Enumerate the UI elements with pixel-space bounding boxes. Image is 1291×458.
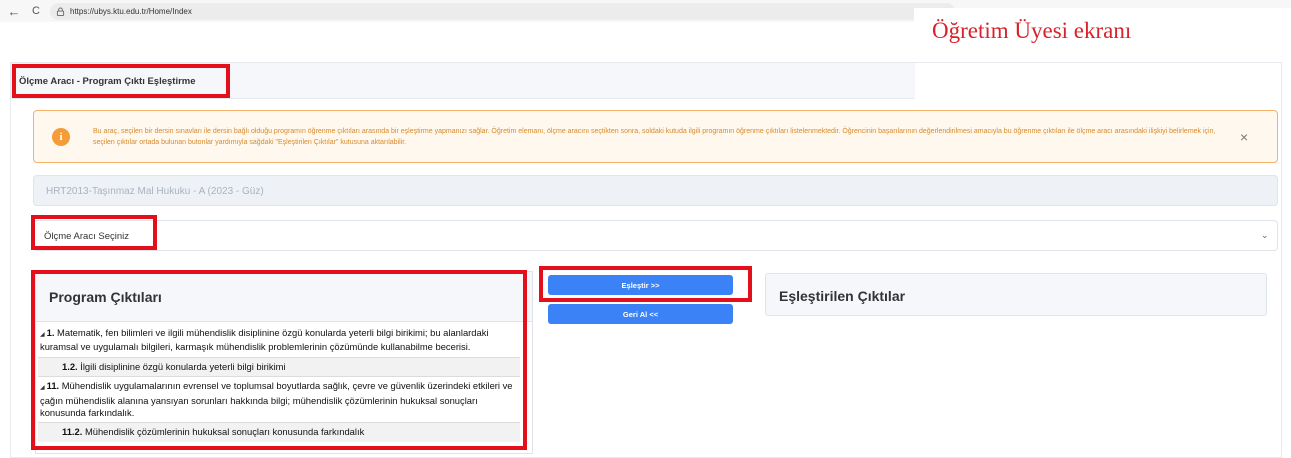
highlight-box-program-outputs: [31, 270, 527, 450]
url-text: https://ubys.ktu.edu.tr/Home/Index: [70, 6, 192, 16]
course-value: HRT2013-Taşınmaz Mal Hukuku - A (2023 - …: [46, 186, 264, 197]
highlight-box-select: [31, 215, 157, 250]
info-alert: i Bu araç, seçilen bir dersin sınavları …: [33, 110, 1278, 163]
highlight-box-match-button: [539, 266, 752, 302]
matched-outputs-card: Eşleştirilen Çıktılar: [765, 273, 1267, 316]
alert-text: Bu araç, seçilen bir dersin sınavları il…: [93, 128, 1216, 146]
screen-caption: Öğretim Üyesi ekranı: [932, 18, 1132, 43]
course-field: HRT2013-Taşınmaz Mal Hukuku - A (2023 - …: [33, 175, 1278, 206]
lock-icon: [56, 6, 65, 16]
matched-outputs-title: Eşleştirilen Çıktılar: [779, 288, 906, 304]
undo-button[interactable]: Geri Al <<: [548, 304, 733, 324]
highlight-box-page-title: [12, 64, 230, 98]
reload-icon[interactable]: C: [28, 3, 44, 19]
address-bar[interactable]: https://ubys.ktu.edu.tr/Home/Index: [50, 2, 955, 20]
close-icon[interactable]: ×: [1240, 129, 1248, 145]
chevron-down-icon: ⌄: [1261, 230, 1269, 240]
measurement-tool-select[interactable]: Ölçme Aracı Seçiniz ⌄: [33, 220, 1278, 251]
back-arrow-icon[interactable]: ←: [6, 3, 22, 19]
info-icon: i: [52, 128, 70, 146]
